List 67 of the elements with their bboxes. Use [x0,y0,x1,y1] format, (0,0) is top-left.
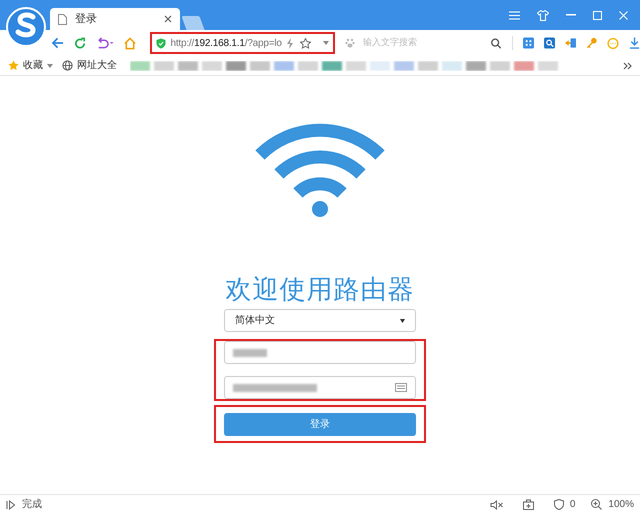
mute-icon[interactable] [490,500,503,510]
chevron-icon[interactable] [623,62,632,70]
magnifier-icon[interactable] [544,37,555,49]
new-tab-button[interactable] [181,16,205,30]
wifi-icon [254,123,386,217]
zoom-level[interactable]: 100% [608,497,634,512]
play-icon[interactable] [6,500,16,510]
star-icon[interactable] [300,38,311,48]
blurred-bookmark [274,60,294,70]
blurred-bookmark [250,60,270,70]
zoom-icon[interactable] [591,499,602,510]
redacted-text [233,348,267,356]
blurred-bookmark [322,60,342,70]
language-select[interactable]: 简体中文 [224,309,416,332]
password-field[interactable] [224,376,416,399]
blurred-bookmark [466,60,486,70]
url-text: http://192.168.1.1/?app=lo [170,36,282,50]
maximize-icon[interactable] [593,10,602,20]
undo-icon[interactable] [96,37,114,49]
blurred-bookmark [346,60,366,70]
home-icon[interactable] [124,36,136,50]
bookmark-link[interactable]: 网址大全 [77,58,117,73]
search-icon[interactable] [491,38,502,48]
blurred-bookmark [130,60,150,70]
blurred-bookmark [298,60,318,70]
refresh-icon[interactable] [74,36,86,50]
download-icon[interactable] [628,37,640,49]
globe-icon [62,60,73,71]
bookmark-link[interactable]: 收藏 [23,58,43,73]
medkit-icon[interactable] [522,499,534,510]
blurred-bookmark [370,60,390,70]
address-bar[interactable]: http://192.168.1.1/?app=lo [150,32,335,54]
keyboard-icon[interactable] [395,383,407,392]
blurred-bookmark [490,60,510,70]
shirt-icon[interactable] [537,10,549,20]
shield-icon [156,38,166,48]
menu-icon[interactable] [509,10,520,20]
blurred-bookmark [178,60,198,70]
status-text: 完成 [22,498,42,512]
shield-icon[interactable] [554,499,564,510]
caret-icon[interactable] [322,41,329,45]
blurred-bookmark [442,60,462,70]
blurred-bookmark [154,60,174,70]
blocked-count: 0 [570,498,576,512]
browser-tab[interactable]: 登录 [50,8,180,30]
page-heading: 欢迎使用路由器 [226,273,414,305]
caret-icon [47,64,53,68]
key-icon[interactable] [586,37,597,49]
minimize-icon[interactable] [566,14,576,16]
more-icon[interactable] [606,36,619,50]
door-icon[interactable] [564,37,576,49]
username-field[interactable] [224,341,416,364]
blurred-bookmark [202,60,222,70]
blurred-bookmark [418,60,438,70]
paw-icon [344,38,355,48]
close-icon[interactable] [164,15,172,23]
lightning-icon[interactable] [286,38,294,48]
back-icon[interactable] [52,37,64,49]
grid-icon[interactable] [522,37,534,49]
search-field[interactable]: 输入文字搜索 [362,36,473,50]
page-icon [58,14,67,24]
blurred-bookmark [226,60,246,70]
caret-icon [400,318,405,322]
blurred-bookmark [514,60,534,70]
blurred-bookmark [394,60,414,70]
star-icon [8,60,19,71]
blurred-bookmark [538,60,558,70]
